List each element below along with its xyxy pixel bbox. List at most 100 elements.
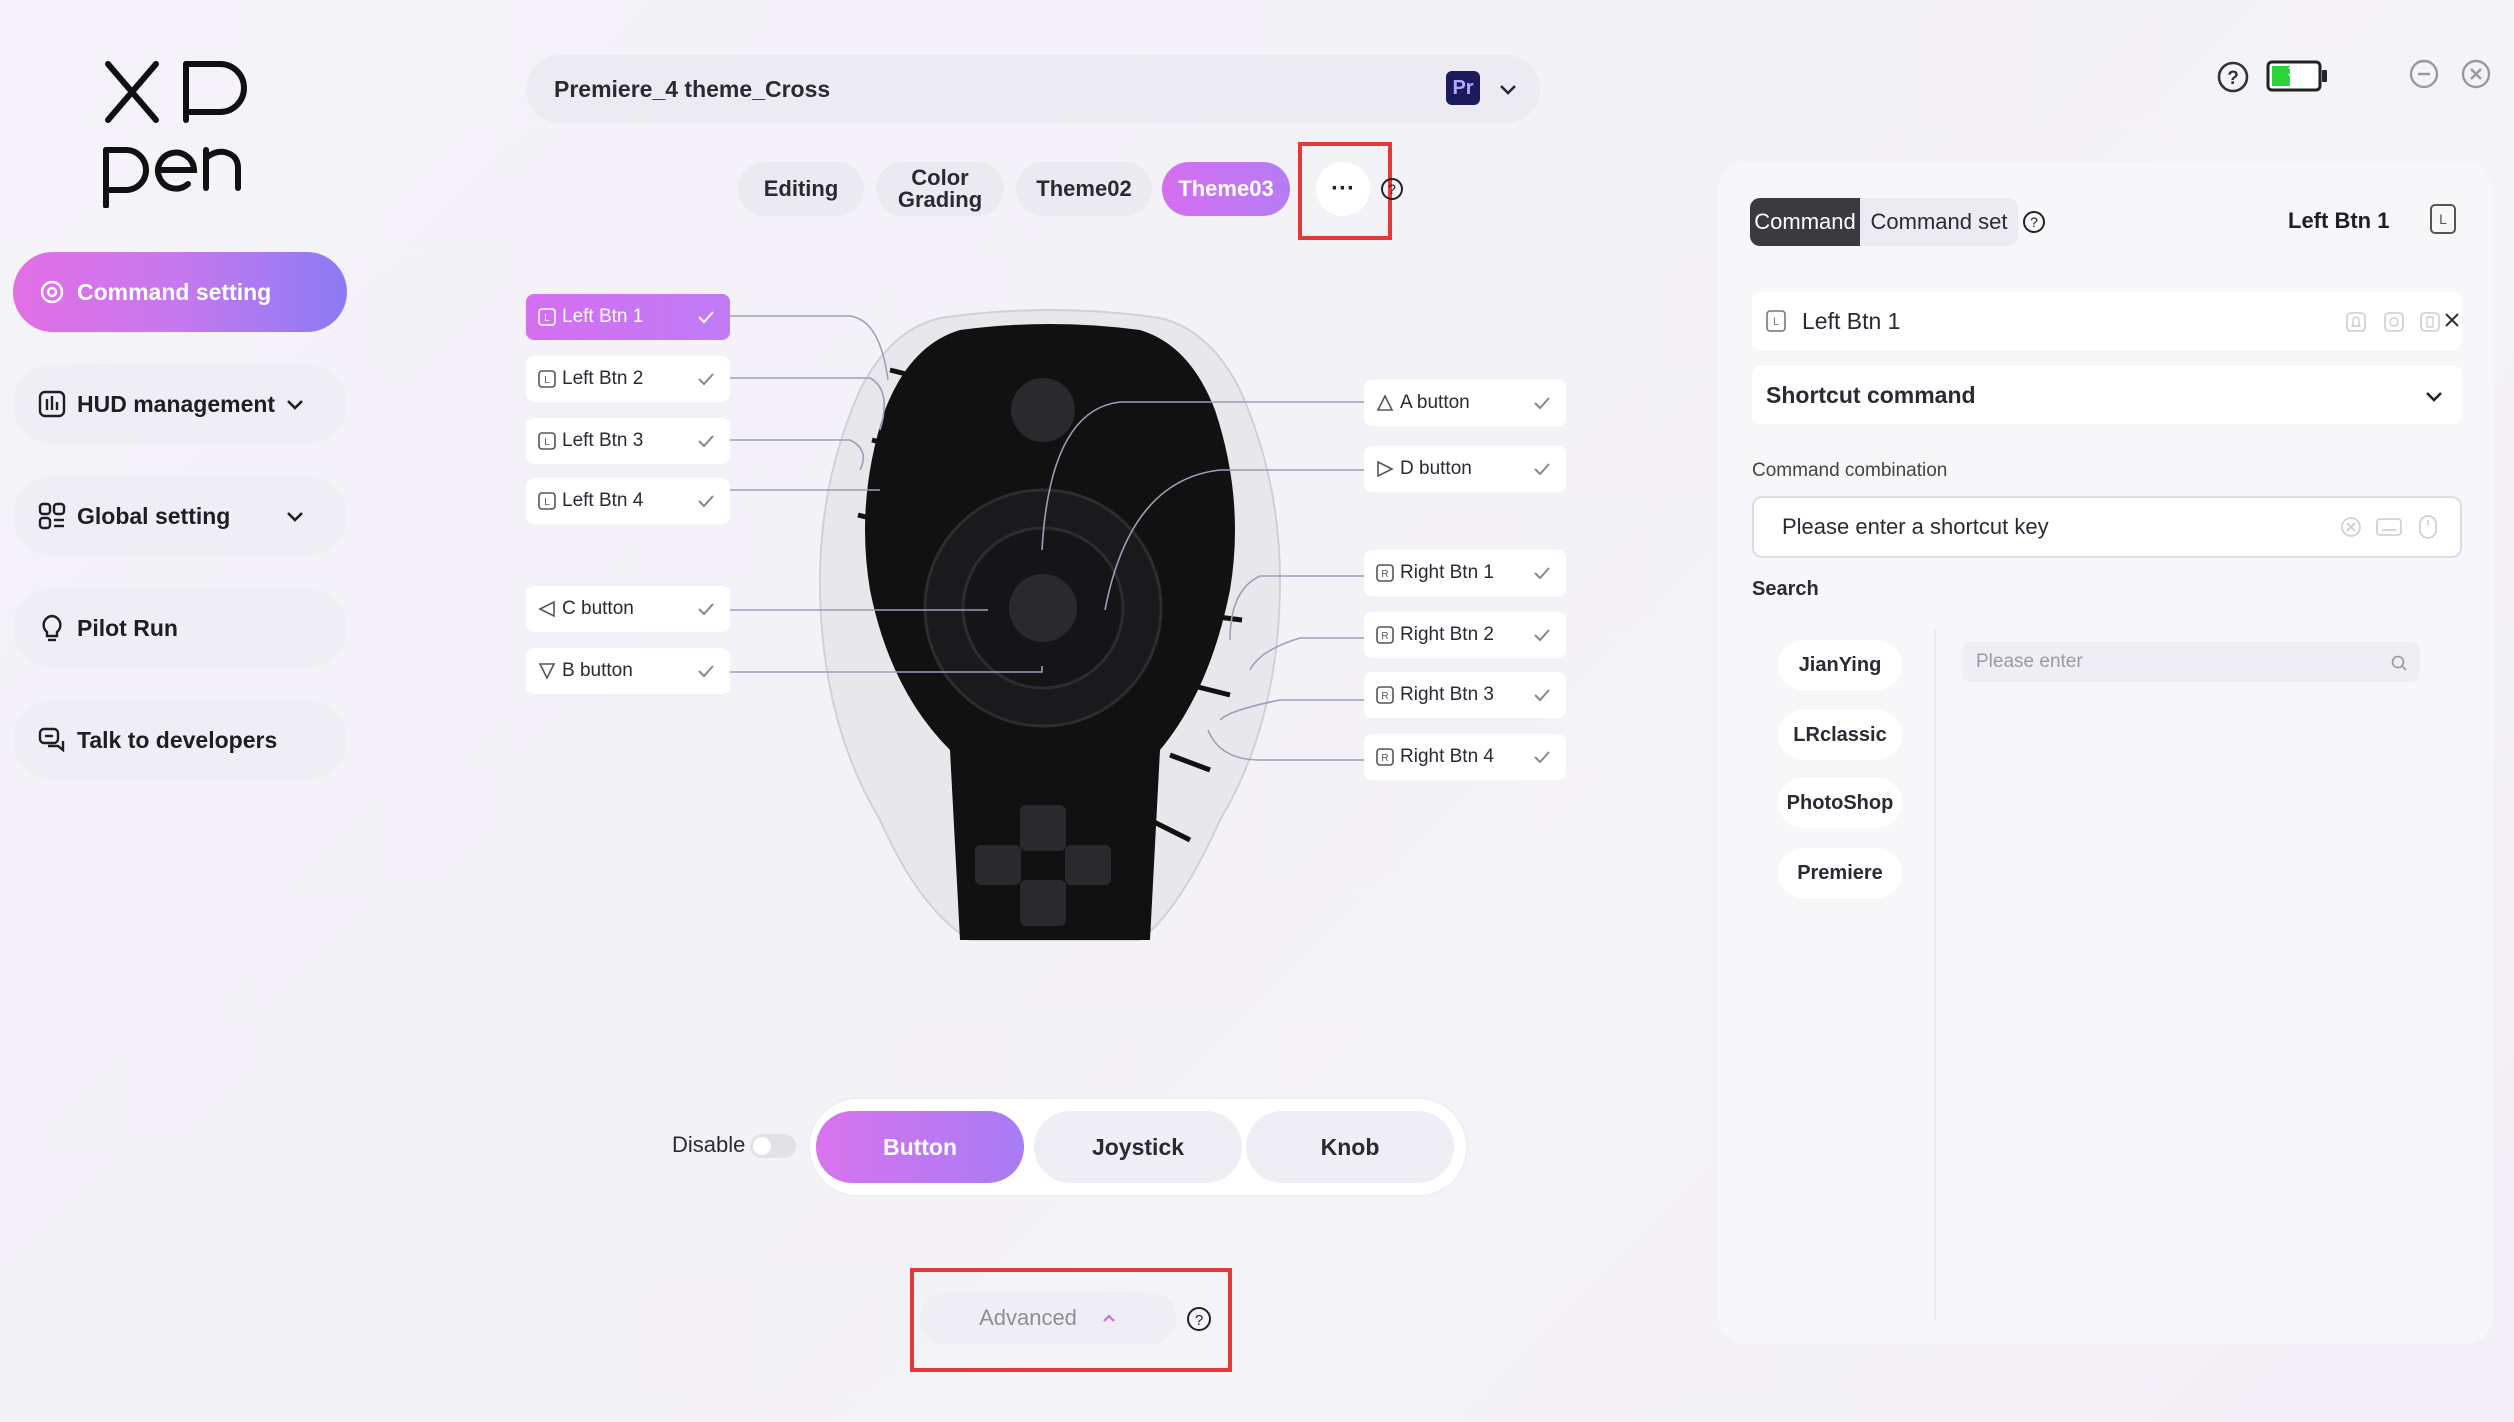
right-btn-4[interactable]: R Right Btn 4 xyxy=(1364,734,1566,780)
check-icon xyxy=(698,373,714,386)
d-button[interactable]: D button xyxy=(1364,446,1566,492)
d-button-label: D button xyxy=(1400,458,1472,479)
svg-text:R: R xyxy=(1381,631,1388,642)
search-label: Search xyxy=(1752,578,1819,600)
seg-command[interactable]: Command xyxy=(1750,198,1860,246)
tab-color-grading[interactable]: Color Grading xyxy=(876,162,1004,216)
app-premiere[interactable]: Premiere xyxy=(1778,848,1902,898)
command-type-select[interactable]: Shortcut command xyxy=(1752,366,2462,424)
shortcut-input[interactable]: Please enter a shortcut key xyxy=(1752,496,2462,558)
help-icon[interactable]: ? xyxy=(2022,210,2046,234)
xppen-logo xyxy=(100,58,260,209)
left-button-icon: L xyxy=(2430,204,2456,234)
svg-text:?: ? xyxy=(1388,181,1396,197)
seg-command-set[interactable]: Command set xyxy=(1860,198,2018,246)
copy-icon[interactable] xyxy=(2418,310,2442,334)
right-btn-3[interactable]: R Right Btn 3 xyxy=(1364,672,1566,718)
check-icon xyxy=(1534,751,1550,764)
bell-icon[interactable] xyxy=(2344,310,2368,334)
svg-text:R: R xyxy=(1381,569,1388,580)
right-btn-label: Right Btn 2 xyxy=(1400,624,1494,645)
svg-text:L: L xyxy=(544,313,550,324)
left-btn-3[interactable]: L Left Btn 3 xyxy=(526,418,730,464)
keyboard-icon[interactable] xyxy=(2376,516,2402,538)
left-btn-2[interactable]: L Left Btn 2 xyxy=(526,356,730,402)
search-input[interactable]: Please enter xyxy=(1962,642,2420,682)
help-icon[interactable]: ? xyxy=(1380,177,1404,201)
left-button-icon: L xyxy=(1766,310,1786,332)
close-icon[interactable] xyxy=(2442,310,2462,330)
left-button-icon: L xyxy=(538,308,556,326)
xppen-logo-icon xyxy=(103,61,247,209)
left-btn-label: Left Btn 1 xyxy=(562,306,644,327)
chevron-down-icon xyxy=(287,400,303,410)
tab-editing[interactable]: Editing xyxy=(738,162,864,216)
right-btn-2[interactable]: R Right Btn 2 xyxy=(1364,612,1566,658)
svg-text:?: ? xyxy=(2227,68,2239,89)
c-button[interactable]: C button xyxy=(526,586,730,632)
mode-button[interactable]: Button xyxy=(816,1111,1024,1183)
check-icon xyxy=(698,311,714,324)
sidebar-item-global-setting[interactable]: Global setting xyxy=(13,476,347,556)
left-btn-1[interactable]: L Left Btn 1 xyxy=(526,294,730,340)
search-placeholder: Please enter xyxy=(1976,651,2083,672)
b-button-label: B button xyxy=(562,660,633,681)
check-icon xyxy=(698,603,714,616)
mouse-icon[interactable] xyxy=(2418,514,2438,540)
a-button[interactable]: A button xyxy=(1364,380,1566,426)
triangle-left-icon xyxy=(538,600,556,618)
tab-theme02[interactable]: Theme02 xyxy=(1016,162,1152,216)
app-jianying[interactable]: JianYing xyxy=(1778,640,1902,690)
check-icon xyxy=(1534,629,1550,642)
app-lrclassic[interactable]: LRclassic xyxy=(1778,710,1902,760)
command-panel: Command Command set ? Left Btn 1 L L Lef… xyxy=(1718,162,2493,1344)
highlight-box-advanced xyxy=(910,1268,1232,1372)
app-photoshop[interactable]: PhotoShop xyxy=(1778,778,1902,828)
profile-selector[interactable]: Premiere_4 theme_Cross Pr xyxy=(526,55,1540,123)
tab-theme03[interactable]: Theme03 xyxy=(1162,162,1290,216)
b-button[interactable]: B button xyxy=(526,648,730,694)
sidebar-item-label: Talk to developers xyxy=(77,726,278,753)
bulb-icon xyxy=(37,613,67,643)
assigned-button-row: L Left Btn 1 xyxy=(1752,292,2462,350)
mode-joystick[interactable]: Joystick xyxy=(1034,1111,1242,1183)
sidebar-item-label: Global setting xyxy=(77,502,231,529)
disable-toggle[interactable] xyxy=(750,1134,796,1158)
command-type-value: Shortcut command xyxy=(1766,381,1976,408)
mode-knob[interactable]: Knob xyxy=(1246,1111,1454,1183)
chart-icon xyxy=(37,389,67,419)
chevron-down-icon xyxy=(287,512,303,522)
left-button-icon: L xyxy=(538,370,556,388)
left-btn-4[interactable]: L Left Btn 4 xyxy=(526,478,730,524)
triangle-right-icon xyxy=(1376,460,1394,478)
connector-lines xyxy=(728,315,1366,761)
help-icon[interactable]: ? xyxy=(2216,60,2250,94)
sidebar-item-pilot-run[interactable]: Pilot Run xyxy=(13,588,347,668)
sidebar-item-hud-management[interactable]: HUD management xyxy=(13,364,347,444)
highlight-box-more xyxy=(1298,142,1392,240)
sidebar-item-label: HUD management xyxy=(77,390,276,417)
settings-icon[interactable] xyxy=(2382,310,2406,334)
minimize-icon[interactable] xyxy=(2408,58,2440,90)
check-icon xyxy=(1534,689,1550,702)
svg-text:L: L xyxy=(1773,316,1779,328)
grid-icon xyxy=(37,501,67,531)
target-icon xyxy=(37,277,67,307)
svg-text:L: L xyxy=(544,375,550,386)
sidebar-item-command-setting[interactable]: Command setting xyxy=(13,252,347,332)
search-icon[interactable] xyxy=(2390,654,2408,672)
sidebar-item-label: Pilot Run xyxy=(77,614,178,641)
disable-label: Disable xyxy=(672,1132,746,1157)
close-icon[interactable] xyxy=(2460,58,2492,90)
check-icon xyxy=(698,495,714,508)
right-btn-1[interactable]: R Right Btn 1 xyxy=(1364,550,1566,596)
clear-icon[interactable] xyxy=(2340,516,2362,538)
profile-name: Premiere_4 theme_Cross xyxy=(554,75,831,102)
divider xyxy=(1934,630,1936,1320)
sidebar-item-talk-to-developers[interactable]: Talk to developers xyxy=(13,700,347,780)
check-icon xyxy=(698,665,714,678)
left-button-icon: L xyxy=(538,432,556,450)
chevron-down-icon[interactable] xyxy=(1496,77,1520,101)
battery-indicator: 33 xyxy=(2266,60,2328,92)
right-btn-label: Right Btn 1 xyxy=(1400,562,1494,583)
